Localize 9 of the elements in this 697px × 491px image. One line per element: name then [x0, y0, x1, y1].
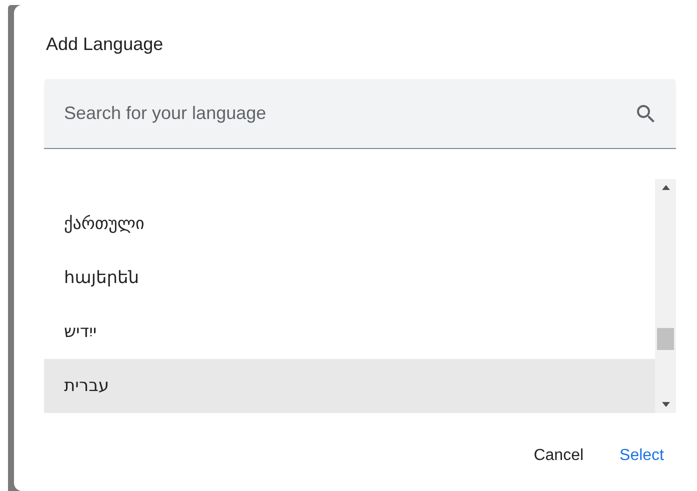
dialog-title: Add Language — [46, 33, 164, 55]
cancel-button[interactable]: Cancel — [522, 439, 596, 473]
scroll-thumb[interactable] — [657, 328, 674, 350]
search-field[interactable]: Search for your language — [44, 79, 676, 149]
scroll-down-icon[interactable] — [662, 402, 670, 407]
language-item[interactable]: עברית — [44, 359, 655, 413]
scroll-up-icon[interactable] — [662, 185, 670, 190]
scrollbar[interactable] — [655, 179, 676, 413]
select-button[interactable]: Select — [608, 439, 676, 473]
